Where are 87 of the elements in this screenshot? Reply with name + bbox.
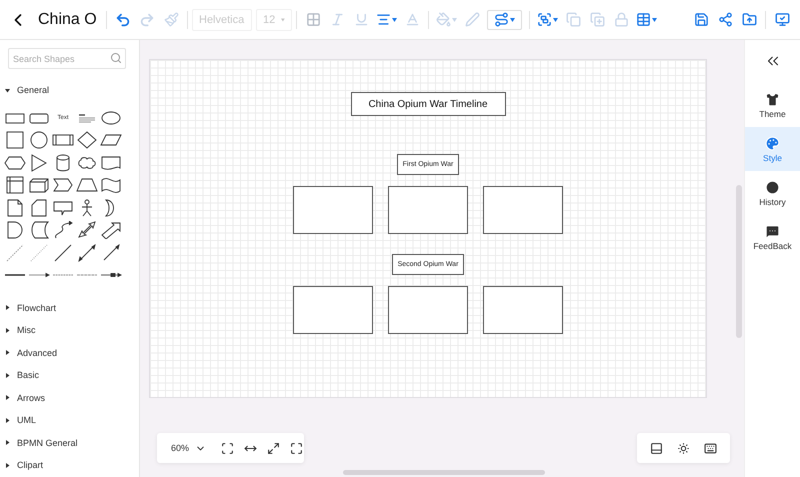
category-header[interactable]: Clipart xyxy=(0,454,139,476)
trapezoid-icon[interactable] xyxy=(76,176,98,194)
align-icon xyxy=(376,12,391,27)
diamond-icon[interactable] xyxy=(76,131,98,150)
category-header[interactable]: General xyxy=(0,79,139,102)
keyboard-icon xyxy=(704,442,717,454)
zoom-select[interactable]: 60% xyxy=(165,442,214,454)
tape-icon[interactable] xyxy=(100,176,122,194)
feedback-tab[interactable]: FeedBack xyxy=(745,215,800,259)
resize-icon xyxy=(267,442,280,454)
horizontal-scrollbar[interactable] xyxy=(343,470,545,475)
style-icon xyxy=(765,136,780,150)
document-icon[interactable] xyxy=(100,154,122,172)
diagram-title[interactable]: China Opium War Timeline xyxy=(350,92,506,116)
double-arrow-icon[interactable] xyxy=(76,221,98,240)
redo-icon xyxy=(139,12,155,28)
connector-style-button[interactable] xyxy=(487,10,522,30)
theme-tab[interactable]: Theme xyxy=(745,83,800,127)
fill-pattern-icon xyxy=(306,12,320,27)
square-icon[interactable] xyxy=(4,131,26,150)
lock-icon xyxy=(614,12,628,27)
category-header[interactable]: Advanced xyxy=(0,342,139,364)
collapsed-triangle-icon xyxy=(5,372,10,378)
document-title-field[interactable]: China O xyxy=(38,10,102,28)
folder-icon xyxy=(742,12,756,27)
vertical-scrollbar[interactable] xyxy=(736,185,742,338)
collapsed-triangle-icon xyxy=(5,440,10,446)
caret-icon xyxy=(281,18,285,22)
curved-arrow-icon[interactable] xyxy=(52,221,74,240)
step-icon[interactable] xyxy=(52,176,74,194)
present-icon xyxy=(774,12,790,27)
rectangle-shape[interactable] xyxy=(483,286,563,334)
share-icon xyxy=(718,12,732,27)
italic-icon xyxy=(330,12,344,27)
style-tab[interactable]: Style xyxy=(745,127,800,171)
rectangle-shape[interactable] xyxy=(388,186,468,234)
rectangle-shape[interactable] xyxy=(388,286,468,334)
category-header[interactable]: Misc xyxy=(0,319,139,342)
panel-icon xyxy=(650,442,663,454)
save-icon xyxy=(694,12,708,27)
history-tab[interactable]: History xyxy=(745,171,800,215)
ellipse-icon[interactable] xyxy=(100,108,122,127)
caret-icon xyxy=(652,18,657,22)
expanded-triangle-icon xyxy=(5,88,10,93)
feedback-icon xyxy=(765,224,780,238)
search-field[interactable]: Search Shapes xyxy=(8,48,126,69)
connector-icon xyxy=(494,12,509,27)
category-header[interactable]: Basic xyxy=(0,364,139,386)
collapsed-triangle-icon xyxy=(5,328,10,333)
paintbrush-icon xyxy=(164,12,178,27)
collapsed-triangle-icon xyxy=(5,462,10,468)
hexagon-icon[interactable] xyxy=(4,154,26,172)
internal-storage-icon[interactable] xyxy=(4,176,26,194)
rectangle-shape[interactable] xyxy=(293,186,373,234)
fill-icon xyxy=(436,12,451,27)
rectangle-shape[interactable] xyxy=(483,186,563,234)
caret-icon xyxy=(553,18,558,22)
bidirectional-arrow-icon[interactable] xyxy=(76,244,98,262)
text-color-icon xyxy=(404,12,420,27)
category-header[interactable]: Arrows xyxy=(0,386,139,409)
category-header[interactable]: BPMN General xyxy=(0,432,139,454)
collapsed-triangle-icon xyxy=(5,350,10,356)
search-icon xyxy=(110,52,122,64)
undo-icon xyxy=(115,12,131,28)
underline-icon xyxy=(354,12,368,27)
fit-page-icon xyxy=(221,442,234,454)
line-icon[interactable] xyxy=(52,244,74,262)
table-icon xyxy=(636,12,651,27)
caret-icon xyxy=(452,18,457,22)
collapsed-triangle-icon xyxy=(5,418,10,423)
callout-icon[interactable] xyxy=(52,198,74,217)
category-header[interactable]: Flowchart xyxy=(0,296,139,319)
collapsed-triangle-icon xyxy=(5,305,10,310)
rectangle-shape[interactable] xyxy=(293,286,373,334)
circle-icon[interactable] xyxy=(28,131,50,150)
category-header[interactable]: UML xyxy=(0,409,139,432)
collapsed-triangle-icon xyxy=(5,395,10,400)
sun-icon xyxy=(677,442,690,454)
cube-icon[interactable] xyxy=(28,176,50,194)
caret-icon xyxy=(510,18,515,22)
dotted-line-icon[interactable] xyxy=(28,244,50,262)
fullscreen-icon xyxy=(290,442,304,454)
caret-icon xyxy=(392,18,397,22)
arrange-icon xyxy=(537,12,552,27)
thick-arrow-icon[interactable] xyxy=(100,221,122,240)
theme-icon xyxy=(765,92,780,106)
line-color-icon xyxy=(464,12,480,27)
